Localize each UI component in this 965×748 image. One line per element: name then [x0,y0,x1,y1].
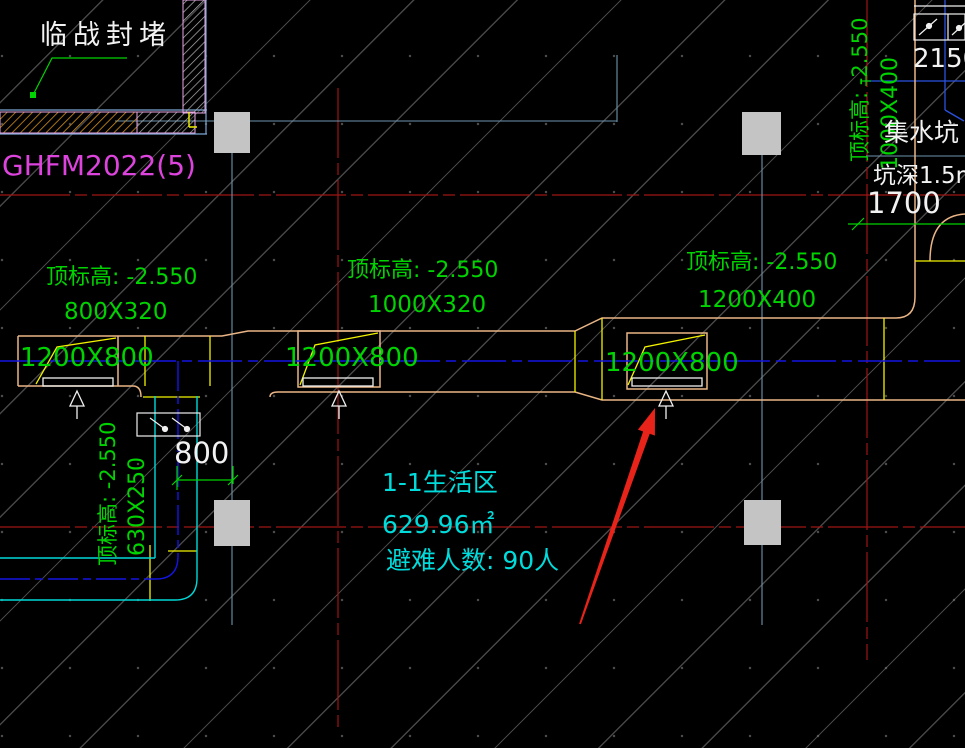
duct3-elevation-label: 顶标高: -2.550 [686,250,838,275]
vent3-size-label: 1200X800 [605,348,739,378]
branch-elevation-label: 顶标高: -2.550 [96,421,120,566]
sump-pit-name: 集水坑 [884,118,960,147]
zone-capacity-label: 避难人数: 90人 [386,546,560,575]
duct1-elevation-label: 顶标高: -2.550 [46,265,198,290]
main-duct-outline [17,0,965,401]
riser-size-label: 1000X400 [878,56,903,170]
blockade-label: 临战封堵 [40,20,172,51]
pit-length-dimension: 1700 [867,186,941,220]
code-label: GHFM2022(5) [2,149,196,182]
zone-area-label: 629.96㎡ [382,510,495,539]
riser-elevation-label: 顶标高: -2.550 [848,17,872,162]
drawing-canvas [0,0,965,730]
sump-pit-depth: 坑深1.5m [873,163,965,189]
duct1-size-label: 800X320 [64,299,168,325]
pit-width-dimension: 2150 [913,44,965,74]
zone-name-label: 1-1生活区 [382,468,498,497]
branch-offset-dimension: 800 [174,436,230,470]
flow-arrow-icons [68,389,675,419]
damper-symbols [136,5,965,437]
duct2-elevation-label: 顶标高: -2.550 [347,258,499,283]
vent1-size-label: 1200X800 [20,343,154,373]
branch-size-label: 630X250 [125,456,150,556]
duct2-size-label: 1000X320 [368,292,487,318]
cad-viewport: 临战封堵 GHFM2022(5) 顶标高: -2.550 800X320 顶标高… [0,0,965,748]
callout-arrow-icon [579,408,655,625]
duct3-size-label: 1200X400 [698,287,817,313]
vent2-size-label: 1200X800 [285,343,419,373]
air-grilles [42,377,703,387]
